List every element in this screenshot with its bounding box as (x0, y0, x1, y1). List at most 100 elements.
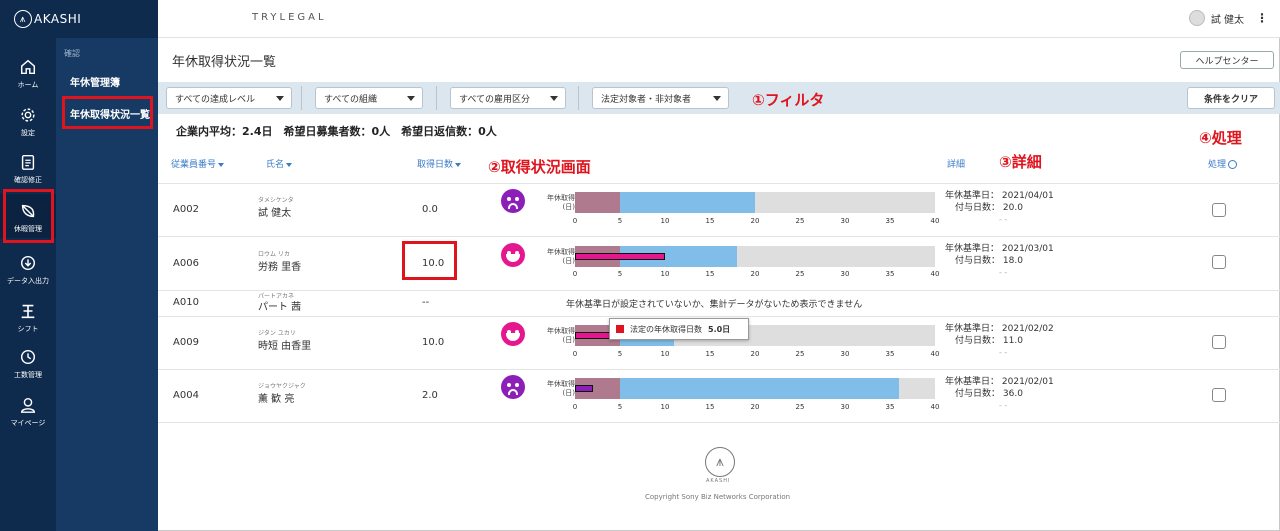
employee-id: A002 (173, 204, 199, 215)
divider (578, 86, 579, 110)
footer-brand: AKASHI (706, 478, 731, 484)
sort-down-icon (455, 162, 462, 167)
tick-label: 5 (617, 403, 623, 411)
rail-item-workload[interactable]: 工数管理 (0, 348, 56, 380)
table-row[interactable]: A002 タメシケンタ 試 健太 0.0 年休取得 (日) 0 5 10 15 20 25 3… (158, 184, 1280, 236)
tick-label: 0 (572, 270, 578, 278)
row-checkbox[interactable] (1212, 335, 1226, 349)
legend-swatch (616, 325, 624, 333)
subnav-item-leave-register[interactable]: 年休管理簿 (70, 74, 120, 89)
tick-label: 10 (660, 217, 670, 225)
organization-filter[interactable]: すべての組織 (315, 87, 423, 109)
chevron-down-icon (276, 96, 284, 101)
base-date-label: 年休基準日： (945, 244, 1000, 254)
header-days[interactable]: 取得日数 (417, 157, 462, 170)
leave-detail: 年休基準日： 2021/02/02 付与日数： 11.0 - - (945, 323, 1054, 359)
tick-label: 0 (572, 403, 578, 411)
row-checkbox[interactable] (1212, 388, 1226, 402)
tick-label: 5 (617, 350, 623, 358)
achievement-filter[interactable]: すべての達成レベル (166, 87, 292, 109)
legal-zone-bar (575, 192, 620, 213)
tick-label: 0 (572, 350, 578, 358)
legal-target-filter-label: 法定対象者・非対象者 (601, 94, 692, 105)
header-action[interactable]: 処理 (1208, 157, 1238, 170)
subnav-category: 確認 (64, 49, 80, 58)
rail-item-review[interactable]: 確認修正 (0, 153, 56, 185)
employee-id: A004 (173, 390, 199, 401)
help-center-button[interactable]: ヘルプセンター (1180, 51, 1274, 69)
extra-dash: - - (999, 348, 1008, 357)
rail-label: 工数管理 (14, 371, 42, 379)
user-menu[interactable]: 試 健太 ⋮ (1188, 10, 1268, 26)
no-data-message: 年休基準日が設定されていないか、集計データがないため表示できません (566, 300, 863, 310)
grant-label: 付与日数： (955, 256, 1001, 266)
employee-id: A009 (173, 337, 199, 348)
rail-label: マイページ (10, 419, 46, 427)
grant-days: 18.0 (1002, 256, 1023, 266)
grant-label: 付与日数： (955, 389, 1001, 399)
employee-id: A010 (173, 297, 199, 308)
leave-bar (575, 246, 935, 267)
person-icon (20, 397, 36, 413)
header-label: 処理 (1208, 160, 1227, 170)
rail-item-mypage[interactable]: マイページ (0, 396, 56, 428)
grant-days: 20.0 (1002, 203, 1023, 213)
legal-target-filter[interactable]: 法定対象者・非対象者 (592, 87, 729, 109)
divider (301, 86, 302, 110)
tick-label: 35 (885, 350, 895, 358)
employee-kana: ロウム リカ (258, 251, 290, 258)
tick-label: 15 (705, 403, 715, 411)
base-date: 2021/04/01 (1001, 191, 1054, 201)
tick-label: 40 (930, 270, 940, 278)
tick-label: 25 (795, 270, 805, 278)
rail-item-shift[interactable]: シフト (0, 302, 56, 334)
table-row[interactable]: A006 ロウム リカ 労務 里香 10.0 年休取得 (日) 0 5 10 15 20 2… (158, 237, 1280, 290)
rail-item-settings[interactable]: 設定 (0, 106, 56, 138)
gear-icon (21, 108, 35, 122)
table-row[interactable]: A004 ジョウヤクジャク 薫 歓 亮 2.0 年休取得 (日) 0 5 10 15 20… (158, 370, 1280, 422)
leave-bar (575, 192, 935, 213)
row-checkbox[interactable] (1212, 255, 1226, 269)
table-row[interactable]: A010 パートアカネ パート 茜 -- 年休基準日が設定されていないか、集計デ… (158, 291, 1280, 316)
brand-logo[interactable]: ⩚ AKASHI (0, 0, 158, 38)
leave-detail: 年休基準日： 2021/02/01 付与日数： 36.0 - - (945, 376, 1054, 412)
organization-filter-label: すべての組織 (324, 94, 378, 105)
graph-label: 年休取得 (日) (547, 327, 575, 344)
header-label: 取得日数 (417, 160, 454, 170)
tick-label: 40 (930, 403, 940, 411)
leave-days: 2.0 (422, 390, 438, 401)
extra-dash: - - (999, 401, 1008, 410)
clear-filters-button[interactable]: 条件をクリア (1187, 87, 1275, 109)
granted-bar (620, 192, 755, 213)
employee-kana: ジョウヤクジャク (258, 383, 306, 390)
more-vert-icon[interactable]: ⋮ (1256, 11, 1268, 25)
employment-filter[interactable]: すべての雇用区分 (450, 87, 566, 109)
leave-days: -- (422, 297, 430, 308)
chevron-down-icon (713, 96, 721, 101)
tick-label: 20 (750, 403, 760, 411)
leave-days: 0.0 (422, 204, 438, 215)
header-employee-id[interactable]: 従業員番号 (171, 157, 225, 170)
rail-item-data-io[interactable]: データ入出力 (0, 254, 56, 286)
tick-label: 10 (660, 403, 670, 411)
highlight-box-rail (3, 189, 54, 243)
divider (436, 86, 437, 110)
tick-label: 15 (705, 217, 715, 225)
grant-label: 付与日数： (955, 203, 1001, 213)
graph-label: 年休取得 (日) (547, 194, 575, 211)
sort-down-icon (218, 162, 225, 167)
header-name[interactable]: 氏名 (266, 157, 293, 170)
base-date: 2021/02/01 (1001, 377, 1054, 387)
grant-label: 付与日数： (955, 336, 1001, 346)
tick-label: 15 (705, 350, 715, 358)
rail-label: 設定 (21, 129, 35, 137)
rail-item-home[interactable]: ホーム (0, 58, 56, 90)
tick-label: 30 (840, 270, 850, 278)
annotation-status: ②取得状況画面 (488, 158, 591, 176)
tick-label: 35 (885, 270, 895, 278)
mood-happy-icon (501, 322, 525, 346)
akashi-logo-icon: ⩚ (14, 10, 32, 28)
row-checkbox[interactable] (1212, 203, 1226, 217)
avatar (1188, 10, 1205, 26)
top-bar: TRYLEGAL 試 健太 ⋮ (158, 0, 1280, 38)
